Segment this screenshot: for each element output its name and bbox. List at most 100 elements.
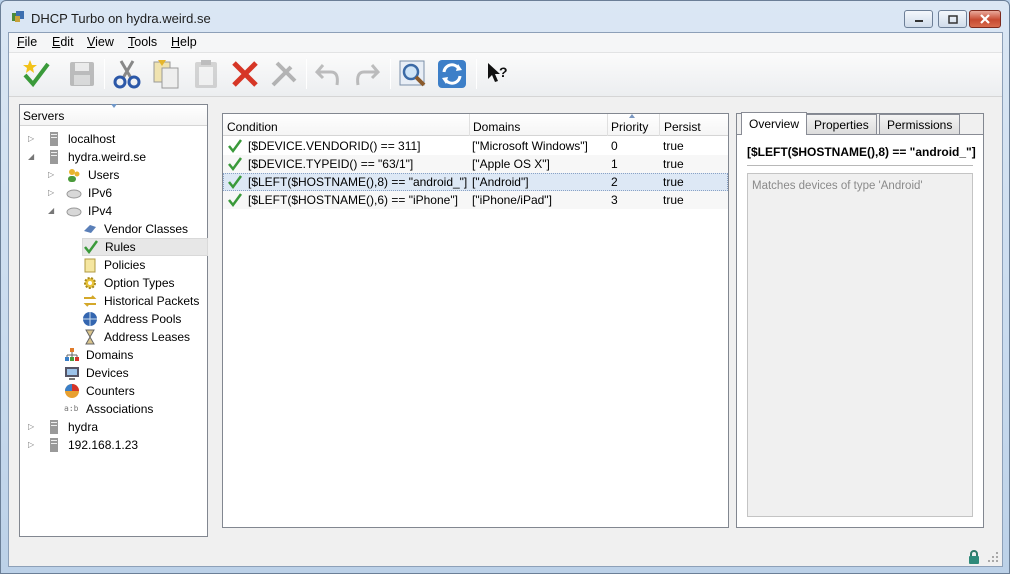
tree-node-hydra[interactable]: ▷ hydra: [28, 418, 98, 436]
packets-icon: [82, 293, 98, 309]
network-icon: [66, 185, 82, 201]
expand-arrow-icon[interactable]: ▷: [48, 170, 54, 179]
tree-node-label: IPv4: [88, 204, 113, 218]
cell-persist: true: [663, 193, 684, 207]
tree-node-label: Counters: [86, 384, 135, 398]
tree-node-hydra-weird-se[interactable]: ◢ hydra.weird.se: [28, 148, 146, 166]
cut-button[interactable]: [110, 56, 144, 92]
tree-node-label: Devices: [86, 366, 129, 380]
svg-text:?: ?: [499, 64, 508, 80]
collapse-arrow-icon[interactable]: ◢: [48, 206, 54, 215]
tree-node-label: Address Pools: [104, 312, 182, 326]
cell-priority: 0: [611, 139, 618, 153]
column-condition[interactable]: Condition: [227, 120, 278, 134]
app-window: DHCP Turbo on hydra.weird.se File Edit V…: [0, 0, 1010, 574]
menu-view[interactable]: View: [87, 35, 114, 49]
tree-node-devices[interactable]: Devices: [64, 364, 129, 382]
save-button[interactable]: [65, 56, 99, 92]
network-icon: [66, 203, 82, 219]
tab-properties[interactable]: Properties: [806, 114, 877, 134]
rule-title: [$LEFT($HOSTNAME(),8) == "android_"]: [747, 145, 976, 159]
maximize-icon: [947, 14, 958, 24]
associations-icon: a:b: [64, 404, 79, 413]
cell-priority: 1: [611, 157, 618, 171]
tree-node-localhost[interactable]: ▷ localhost: [28, 130, 115, 148]
search-button[interactable]: [396, 56, 430, 92]
table-row[interactable]: [$LEFT($HOSTNAME(),6) == "iPhone"] ["iPh…: [223, 191, 728, 209]
menu-edit[interactable]: Edit: [52, 35, 74, 49]
tree-node-label: Associations: [86, 402, 154, 416]
tree-node-address-pools[interactable]: Address Pools: [82, 310, 181, 328]
menu-file[interactable]: File: [17, 35, 37, 49]
tree-node-ipv6[interactable]: ▷ IPv6: [48, 184, 112, 202]
resize-grip-icon[interactable]: [987, 551, 999, 563]
check-icon: [228, 157, 243, 172]
column-divider[interactable]: [607, 114, 608, 136]
cell-priority: 2: [611, 175, 618, 189]
maximize-button[interactable]: [938, 10, 967, 28]
tree-node-associations[interactable]: a:b Associations: [64, 400, 153, 418]
column-domains[interactable]: Domains: [473, 120, 520, 134]
divider: [747, 165, 973, 166]
tree-node-counters[interactable]: Counters: [64, 382, 135, 400]
expand-arrow-icon[interactable]: ▷: [48, 188, 54, 197]
refresh-button[interactable]: [435, 56, 469, 92]
close-button[interactable]: [969, 10, 1001, 28]
check-icon: [83, 239, 99, 255]
title-bar[interactable]: DHCP Turbo on hydra.weird.se: [1, 1, 1009, 33]
cell-condition: [$LEFT($HOSTNAME(),8) == "android_"]: [248, 175, 468, 189]
servers-header[interactable]: Servers: [20, 104, 207, 126]
minimize-button[interactable]: [904, 10, 933, 28]
expand-arrow-icon[interactable]: ▷: [28, 134, 34, 143]
policies-icon: [82, 257, 98, 273]
column-priority[interactable]: Priority: [611, 120, 648, 134]
tree-node-label: Vendor Classes: [104, 222, 189, 236]
tree-node-domains[interactable]: Domains: [64, 346, 133, 364]
tree-node-rules[interactable]: Rules: [82, 238, 208, 256]
cell-condition: [$LEFT($HOSTNAME(),6) == "iPhone"]: [248, 193, 458, 207]
tree-node-ipv4[interactable]: ◢ IPv4: [48, 202, 112, 220]
tab-overview[interactable]: Overview: [741, 112, 808, 135]
delete-button[interactable]: [228, 56, 262, 92]
cell-domains: ["Apple OS X"]: [472, 157, 550, 171]
menu-tools[interactable]: Tools: [128, 35, 157, 49]
menu-help[interactable]: Help: [171, 35, 197, 49]
delete-icon: [232, 61, 258, 87]
tools-button[interactable]: [267, 56, 301, 92]
cell-domains: ["Microsoft Windows"]: [472, 139, 588, 153]
redo-button[interactable]: [350, 56, 384, 92]
table-row[interactable]: [$DEVICE.VENDORID() == 311] ["Microsoft …: [223, 137, 728, 155]
copy-button[interactable]: [149, 56, 183, 92]
tree-node-option-types[interactable]: Option Types: [82, 274, 175, 292]
description-field[interactable]: Matches devices of type 'Android': [747, 173, 973, 517]
whats-this-button[interactable]: ?: [481, 56, 515, 92]
vendor-classes-icon: [82, 221, 98, 237]
sort-ascending-icon: [629, 114, 635, 118]
apply-button[interactable]: [19, 56, 53, 92]
column-persist[interactable]: Persist: [664, 120, 701, 134]
hourglass-icon: [82, 329, 98, 345]
tab-permissions[interactable]: Permissions: [879, 114, 961, 134]
expand-arrow-icon[interactable]: ▷: [28, 440, 34, 449]
expand-arrow-icon[interactable]: ▷: [28, 422, 34, 431]
undo-button[interactable]: [311, 56, 345, 92]
detail-panel: Overview Properties Permissions [$LEFT($…: [736, 112, 984, 528]
column-divider[interactable]: [469, 114, 470, 136]
tree-node-label: Rules: [105, 240, 136, 254]
refresh-icon: [438, 60, 466, 88]
tree-node-address-leases[interactable]: Address Leases: [82, 328, 190, 346]
tree-node-vendor-classes[interactable]: Vendor Classes: [82, 220, 188, 238]
cell-domains: ["Android"]: [472, 175, 529, 189]
tree-node-users[interactable]: ▷ Users: [48, 166, 119, 184]
table-row[interactable]: [$DEVICE.TYPEID() == "63/1"] ["Apple OS …: [223, 155, 728, 173]
collapse-arrow-icon[interactable]: ◢: [28, 152, 34, 161]
tree-node-192-168-1-23[interactable]: ▷ 192.168.1.23: [28, 436, 138, 454]
cell-priority: 3: [611, 193, 618, 207]
cell-persist: true: [663, 139, 684, 153]
tree-node-policies[interactable]: Policies: [82, 256, 145, 274]
tree-node-historical-packets[interactable]: Historical Packets: [82, 292, 199, 310]
paste-button[interactable]: [189, 56, 223, 92]
table-row-selected[interactable]: [$LEFT($HOSTNAME(),8) == "android_"] ["A…: [223, 173, 728, 191]
column-divider[interactable]: [659, 114, 660, 136]
server-icon: [46, 437, 62, 453]
